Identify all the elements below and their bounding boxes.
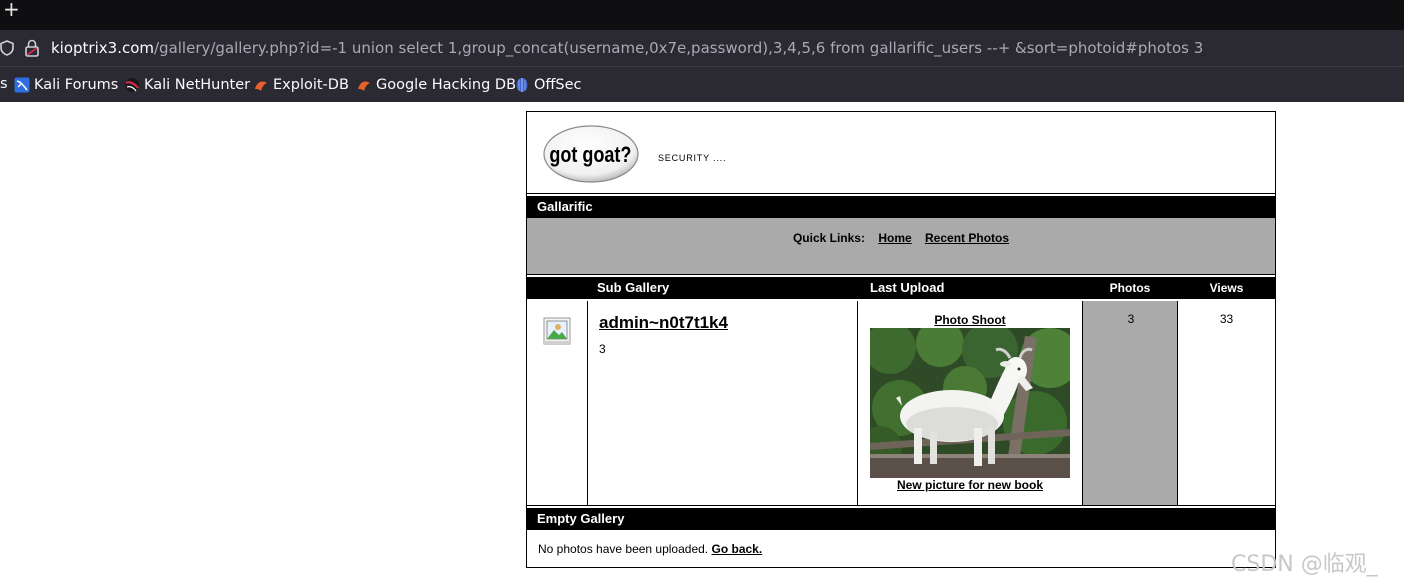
goat-photo[interactable]: [870, 328, 1070, 478]
bookmark-label: Exploit-DB: [273, 77, 349, 93]
kali-icon: [14, 77, 30, 93]
empty-gallery-title: Empty Gallery: [527, 508, 1275, 530]
empty-gallery-message: No photos have been uploaded. Go back.: [538, 542, 762, 556]
new-tab-button[interactable]: +: [3, 0, 20, 19]
tab-strip: +: [0, 0, 1404, 30]
quick-links-panel: Quick Links: Home Recent Photos: [527, 218, 1275, 275]
home-link[interactable]: Home: [878, 231, 911, 245]
ghdb-icon: [358, 81, 370, 91]
gallery-image-icon[interactable]: [543, 317, 571, 345]
site-header: got goat? SECURITY ....: [527, 112, 1275, 194]
bookmark-label: Kali Forums: [34, 77, 119, 93]
sub-gallery-link[interactable]: admin~n0t7t1k4: [599, 313, 728, 333]
url-host: kioptrix3.com: [51, 39, 154, 57]
bookmark-label: OffSec: [534, 77, 582, 93]
header-last-upload: Last Upload: [870, 280, 945, 295]
table-row: admin~n0t7t1k4 3 Photo Shoot New picture…: [527, 301, 1275, 505]
bookmarks-toolbar: s Kali Forums Kali NetHunter Exploit-DB …: [0, 66, 1404, 102]
shield-icon[interactable]: [0, 40, 14, 56]
photos-count: 3: [1127, 312, 1135, 326]
sub-gallery-cell: admin~n0t7t1k4 3: [588, 301, 858, 505]
gallery-page: got goat? SECURITY .... Gallarific Quick…: [526, 111, 1276, 568]
tagline: SECURITY ....: [658, 153, 727, 163]
photos-cell: 3: [1082, 301, 1178, 505]
exploitdb-icon: [255, 81, 267, 91]
views-count: 33: [1219, 312, 1234, 326]
go-back-link[interactable]: Go back.: [711, 542, 762, 556]
url-path: /gallery/gallery.php?id=-1 union select …: [154, 39, 1204, 57]
nethunter-icon: [125, 78, 139, 92]
quick-links-label: Quick Links:: [792, 231, 865, 245]
bookmark-label: Google Hacking DB: [376, 77, 517, 93]
logo[interactable]: got goat?: [542, 124, 640, 184]
lock-icon[interactable]: [24, 39, 40, 57]
url-text[interactable]: kioptrix3.com/gallery/gallery.php?id=-1 …: [51, 39, 1203, 57]
bookmark-truncated: s: [0, 76, 8, 92]
logo-text: got goat?: [549, 143, 631, 167]
empty-message-text: No photos have been uploaded.: [538, 542, 709, 556]
recent-photos-link[interactable]: Recent Photos: [925, 231, 1009, 245]
url-bar[interactable]: kioptrix3.com/gallery/gallery.php?id=-1 …: [0, 30, 1404, 66]
header-sub-gallery: Sub Gallery: [597, 280, 670, 295]
views-cell: 33: [1178, 301, 1275, 505]
header-photos: Photos: [1109, 281, 1151, 295]
header-views: Views: [1209, 281, 1244, 295]
bookmark-label: Kali NetHunter: [144, 77, 251, 93]
sub-gallery-count: 3: [599, 342, 606, 356]
gallery-icon-cell: [527, 301, 588, 505]
photo-shoot-link[interactable]: Photo Shoot: [858, 313, 1082, 327]
row-divider: [527, 505, 1275, 506]
last-upload-cell: Photo Shoot New picture for new book: [858, 301, 1082, 505]
watermark: CSDN @临观_: [1231, 552, 1378, 577]
section-title: Gallarific: [527, 196, 1275, 218]
photo-caption-link[interactable]: New picture for new book: [858, 478, 1082, 492]
gallery-table-header: Sub Gallery Last Upload Photos Views: [527, 277, 1275, 299]
offsec-icon: [516, 78, 528, 92]
